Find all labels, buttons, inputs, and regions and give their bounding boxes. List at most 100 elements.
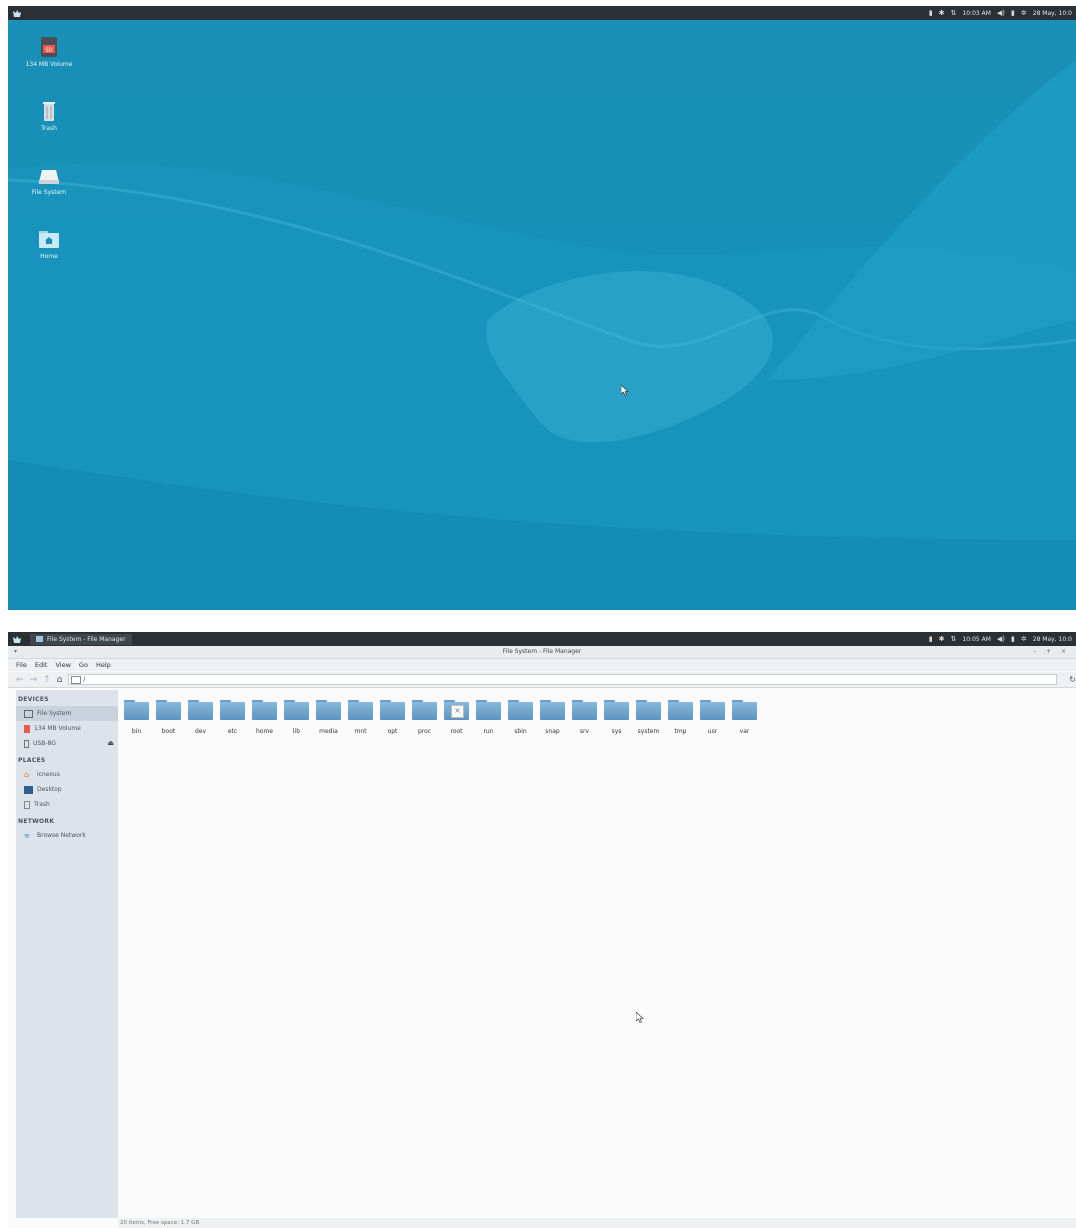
menu-help[interactable]: Help [96,661,111,669]
folder-icon [380,700,405,720]
folder-item[interactable]: sbin [508,700,533,735]
battery-icon[interactable]: ▮ [929,635,933,643]
sidebar-item-label: icnexus [37,771,60,778]
folder-icon [604,700,629,720]
bluetooth-icon[interactable]: ✱ [939,9,945,17]
drive-icon [38,164,60,186]
sidebar-item-usb[interactable]: USB-8G ⏏ [16,736,118,751]
window-controls[interactable]: – + × [1033,646,1070,658]
folder-item[interactable]: mnt [348,700,373,735]
power-manager-icon[interactable]: ▮ [1011,9,1015,17]
volume-icon[interactable]: ◀) [997,635,1005,643]
folder-item[interactable]: opt [380,700,405,735]
sidebar-item-desktop[interactable]: Desktop [16,782,118,797]
trash-icon [38,100,60,122]
folder-item[interactable]: system [636,700,661,735]
folder-icon [476,700,501,720]
sd-card-icon [24,724,30,733]
menu-view[interactable]: View [55,661,70,669]
file-view[interactable]: bin boot dev etc home lib media mnt opt proc × root… [118,690,1076,1218]
sidebar-item-browse-network[interactable]: ≋ Browse Network [16,828,118,843]
folder-item[interactable]: srv [572,700,597,735]
folder-item[interactable]: tmp [668,700,693,735]
menu-bar: File Edit View Go Help [8,659,1076,671]
folder-item[interactable]: bin [124,700,149,735]
menu-go[interactable]: Go [79,661,88,669]
sd-card-icon: SD [38,36,60,58]
clock[interactable]: 10:03 AM [962,10,990,17]
window-menu-icon[interactable]: ▾ [14,646,17,658]
mouse-cursor-icon [621,385,629,396]
desktop-icon-label: Trash [41,125,57,132]
power-manager-icon[interactable]: ▮ [1011,635,1015,643]
folder-item[interactable]: dev [188,700,213,735]
drive-icon [24,709,33,718]
settings-gear-icon[interactable]: ✲ [1021,635,1027,643]
folder-item[interactable]: var [732,700,757,735]
folder-label: mnt [354,728,367,735]
folder-label: etc [227,728,238,735]
folder-item[interactable]: snap [540,700,565,735]
forward-arrow-icon[interactable]: → [30,675,38,685]
home-icon[interactable]: ⌂ [57,675,63,685]
location-bar[interactable]: / [68,674,1058,685]
date[interactable]: 28 May, 10:0 [1033,10,1072,17]
folder-item[interactable]: boot [156,700,181,735]
desktop-icon-filesystem[interactable]: File System [17,164,81,196]
eject-icon[interactable]: ⏏ [107,739,114,747]
usb-drive-icon [24,739,29,748]
desktop-icon-label: 134 MB Volume [25,61,73,68]
sidebar-item-file-system[interactable]: File System [16,706,118,721]
folder-item[interactable]: proc [412,700,437,735]
folder-item[interactable]: usr [700,700,725,735]
clock[interactable]: 10:05 AM [962,636,990,643]
battery-icon[interactable]: ▮ [929,9,933,17]
bluetooth-icon[interactable]: ✱ [939,635,945,643]
back-arrow-icon[interactable]: ← [16,675,24,685]
whisker-menu-icon[interactable] [12,9,22,18]
taskbar-window-label: File System - File Manager [47,635,126,643]
window-title: File System - File Manager [502,648,582,655]
folder-item[interactable]: run [476,700,501,735]
desktop-icon-home[interactable]: Home [17,228,81,260]
folder-label: dev [194,728,207,735]
folder-icon [700,700,725,720]
folder-item[interactable]: sys [604,700,629,735]
date[interactable]: 28 May, 10:0 [1033,636,1072,643]
network-arrows-icon[interactable]: ⇅ [951,9,957,17]
menu-file[interactable]: File [16,661,27,669]
folder-item[interactable]: home [252,700,277,735]
up-arrow-icon[interactable]: ↑ [43,675,51,685]
folder-icon [252,700,277,720]
sidebar-item-trash[interactable]: Trash [16,797,118,812]
desktop-icon-volume[interactable]: SD 134 MB Volume [17,36,81,68]
whisker-menu-icon[interactable] [12,635,22,644]
folder-item[interactable]: media [316,700,341,735]
folder-label: sbin [514,728,527,735]
folder-item[interactable]: lib [284,700,309,735]
folder-item[interactable]: etc [220,700,245,735]
window-titlebar[interactable]: ▾ File System - File Manager – + × [8,646,1076,659]
folder-icon [508,700,533,720]
network-arrows-icon[interactable]: ⇅ [951,635,957,643]
menu-edit[interactable]: Edit [35,661,48,669]
volume-icon[interactable]: ◀) [997,9,1005,17]
folder-grid: bin boot dev etc home lib media mnt opt proc × root… [124,700,757,735]
sidebar-item-label: 134 MB Volume [34,725,81,732]
folder-label: lib [292,728,301,735]
sidebar-item-label: Trash [34,801,50,808]
settings-gear-icon[interactable]: ✲ [1021,9,1027,17]
folder-item[interactable]: × root [444,700,469,735]
wallpaper [8,60,1076,610]
top-panel: ▮ ✱ ⇅ 10:03 AM ◀) ▮ ✲ 28 May, 10:0 [8,6,1076,20]
taskbar-window-button[interactable]: File System - File Manager [30,633,132,645]
sidebar-item-home[interactable]: ⌂ icnexus [16,767,118,782]
folder-label: tmp [674,728,687,735]
desktop-icon-label: Home [40,253,58,260]
folder-icon [156,700,181,720]
sidebar-item-volume[interactable]: 134 MB Volume [16,721,118,736]
folder-label: opt [387,728,398,735]
reload-icon[interactable]: ↻ [1069,675,1076,684]
desktop-icon-trash[interactable]: Trash [17,100,81,132]
folder-icon [668,700,693,720]
